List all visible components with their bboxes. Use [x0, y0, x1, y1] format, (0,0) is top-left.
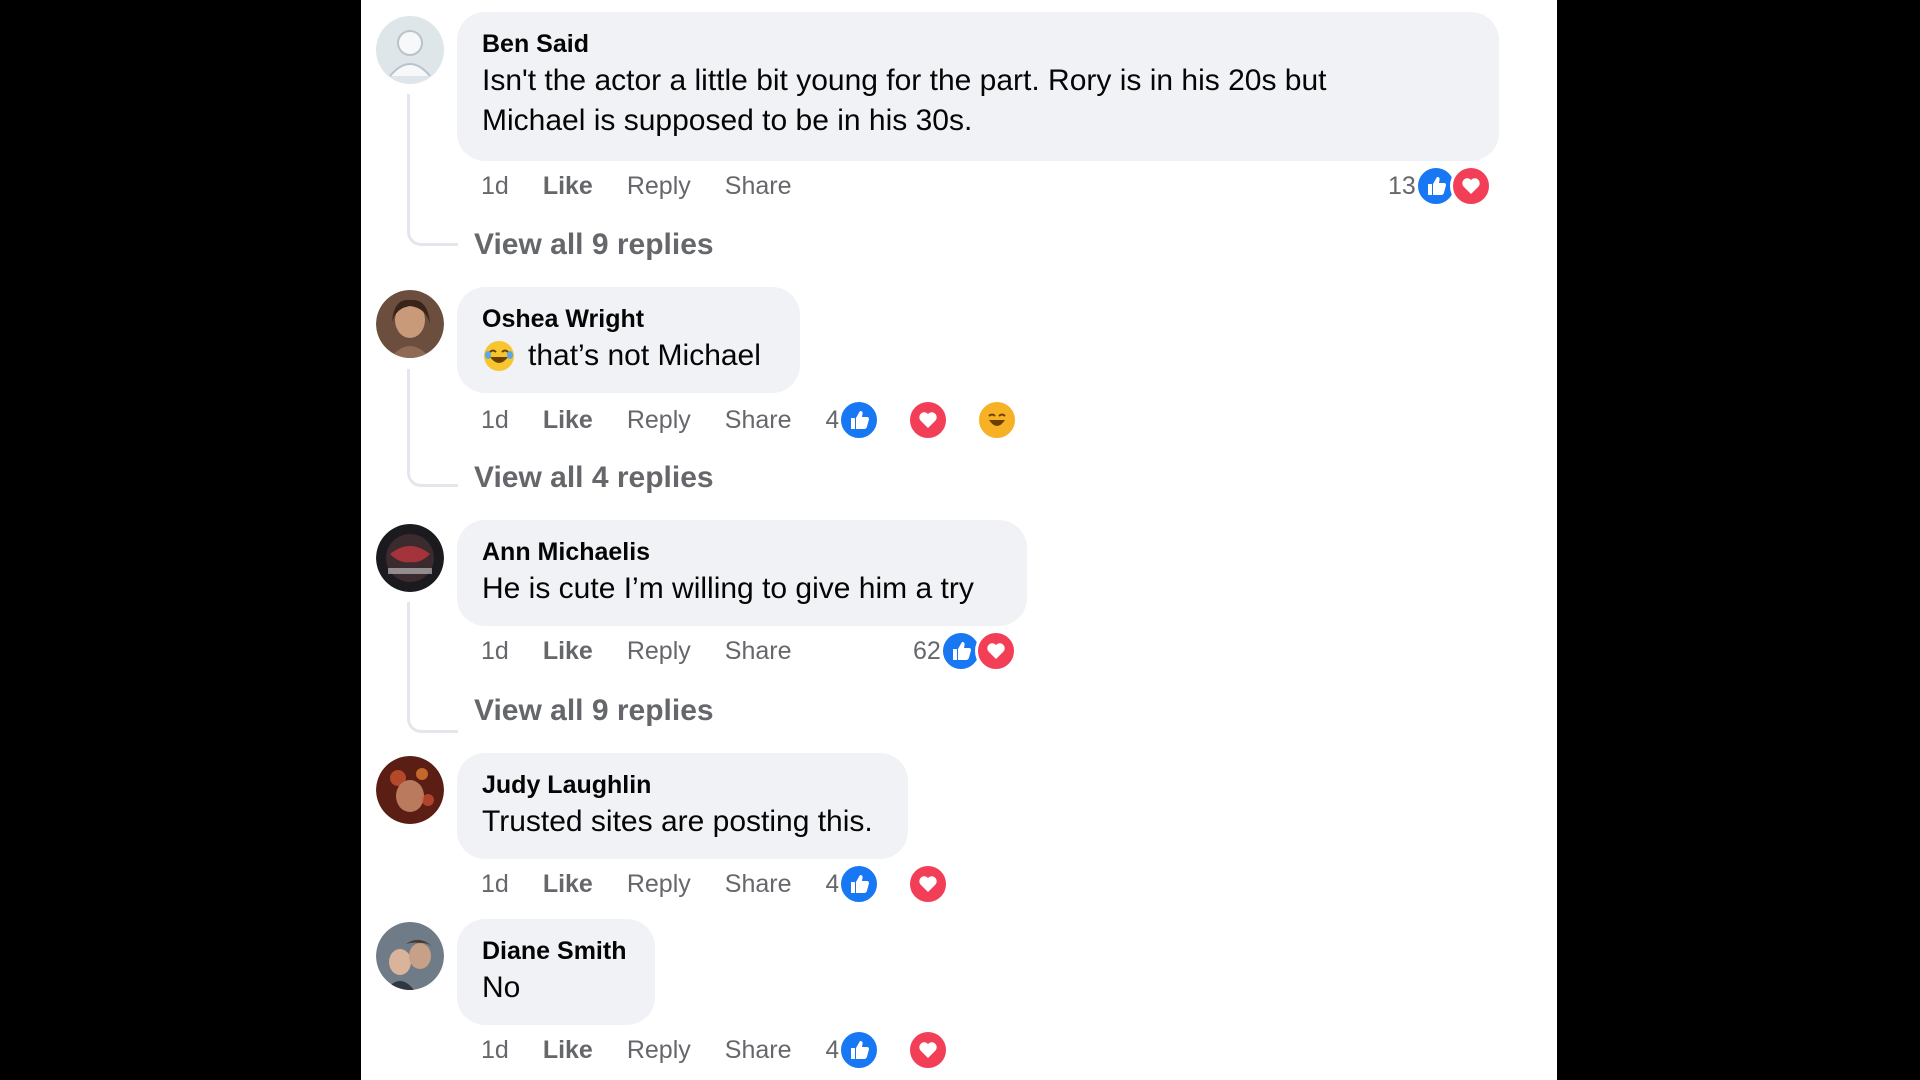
like-button[interactable]: Like [543, 637, 593, 666]
avatar[interactable] [376, 16, 444, 84]
reply-button[interactable]: Reply [627, 870, 691, 899]
timestamp[interactable]: 1d [481, 637, 509, 666]
like-button[interactable]: Like [543, 870, 593, 899]
comment-bubble: Diane Smith No [457, 919, 655, 1025]
haha-reaction-icon [976, 399, 1019, 441]
love-reaction-icon [907, 863, 950, 905]
reaction-count: 4 [825, 405, 840, 434]
like-reaction-icon [838, 1029, 881, 1071]
reaction-summary[interactable]: 62 [913, 630, 1017, 672]
share-button[interactable]: Share [725, 637, 792, 666]
comments-panel: Ben Said Isn't the actor a little bit yo… [361, 0, 1557, 1080]
love-reaction-icon [1449, 165, 1492, 207]
reaction-count: 4 [825, 869, 840, 898]
reply-button[interactable]: Reply [627, 172, 691, 201]
comment-author[interactable]: Judy Laughlin [482, 770, 883, 800]
like-button[interactable]: Like [543, 406, 593, 435]
timestamp[interactable]: 1d [481, 172, 509, 201]
comment-author[interactable]: Oshea Wright [482, 304, 775, 334]
comment-actions: 1d Like Reply Share [481, 631, 825, 671]
comment-text-line: No [482, 971, 521, 1004]
comment-text-line: Trusted sites are posting this. [482, 805, 873, 838]
love-reaction-icon [907, 1029, 950, 1071]
timestamp[interactable]: 1d [481, 1036, 509, 1065]
comment-text-line: Michael is supposed to be in his 30s. [482, 104, 973, 137]
like-reaction-icon [838, 399, 881, 441]
comment-bubble: Ann Michaelis He is cute I’m willing to … [457, 520, 1027, 626]
comment-actions: 1d Like Reply Share 4 [481, 1029, 983, 1071]
timestamp[interactable]: 1d [481, 406, 509, 435]
like-button[interactable]: Like [543, 1036, 593, 1065]
love-reaction-icon [907, 399, 950, 441]
view-replies-link[interactable]: View all 9 replies [474, 691, 714, 731]
like-button[interactable]: Like [543, 172, 593, 201]
avatar[interactable] [376, 922, 444, 990]
reaction-summary[interactable]: 4 [825, 1029, 983, 1071]
reaction-count: 13 [1388, 171, 1416, 200]
laughing-tears-emoji-icon [482, 339, 516, 373]
view-replies-link[interactable]: View all 9 replies [474, 225, 714, 265]
avatar[interactable] [376, 756, 444, 824]
comment-text: that’s not Michael [482, 336, 775, 376]
reaction-summary[interactable]: 4 [825, 399, 1052, 441]
reply-button[interactable]: Reply [627, 406, 691, 435]
thread-connector [407, 94, 458, 246]
share-button[interactable]: Share [725, 870, 792, 899]
share-button[interactable]: Share [725, 1036, 792, 1065]
comment-actions: 1d Like Reply Share 4 [481, 863, 983, 905]
comment-text-line: Isn't the actor a little bit young for t… [482, 64, 1327, 97]
love-reaction-icon [974, 630, 1017, 672]
comment-bubble: Oshea Wright that’s not Michael [457, 287, 800, 393]
view-replies-link[interactable]: View all 4 replies [474, 458, 714, 498]
avatar[interactable] [376, 290, 444, 358]
comment-text-line: He is cute I’m willing to give him a try [482, 572, 974, 605]
reaction-count: 62 [913, 636, 941, 665]
thread-connector [407, 369, 458, 487]
comment-author[interactable]: Ann Michaelis [482, 537, 1002, 567]
reaction-summary[interactable]: 13 [1388, 165, 1492, 207]
comment-bubble: Judy Laughlin Trusted sites are posting … [457, 753, 908, 859]
comment-actions: 1d Like Reply Share 4 [481, 399, 1052, 441]
reply-button[interactable]: Reply [627, 1036, 691, 1065]
comment-actions: 1d Like Reply Share [481, 166, 825, 206]
share-button[interactable]: Share [725, 406, 792, 435]
share-button[interactable]: Share [725, 172, 792, 201]
reaction-count: 4 [825, 1035, 840, 1064]
comment-author[interactable]: Ben Said [482, 29, 1474, 59]
comment-bubble: Ben Said Isn't the actor a little bit yo… [457, 12, 1499, 161]
like-reaction-icon [838, 863, 881, 905]
thread-connector [407, 602, 458, 733]
timestamp[interactable]: 1d [481, 870, 509, 899]
comment-text-line: that’s not Michael [528, 339, 761, 372]
comment-author[interactable]: Diane Smith [482, 936, 630, 966]
reaction-summary[interactable]: 4 [825, 863, 983, 905]
avatar[interactable] [376, 524, 444, 592]
reply-button[interactable]: Reply [627, 637, 691, 666]
